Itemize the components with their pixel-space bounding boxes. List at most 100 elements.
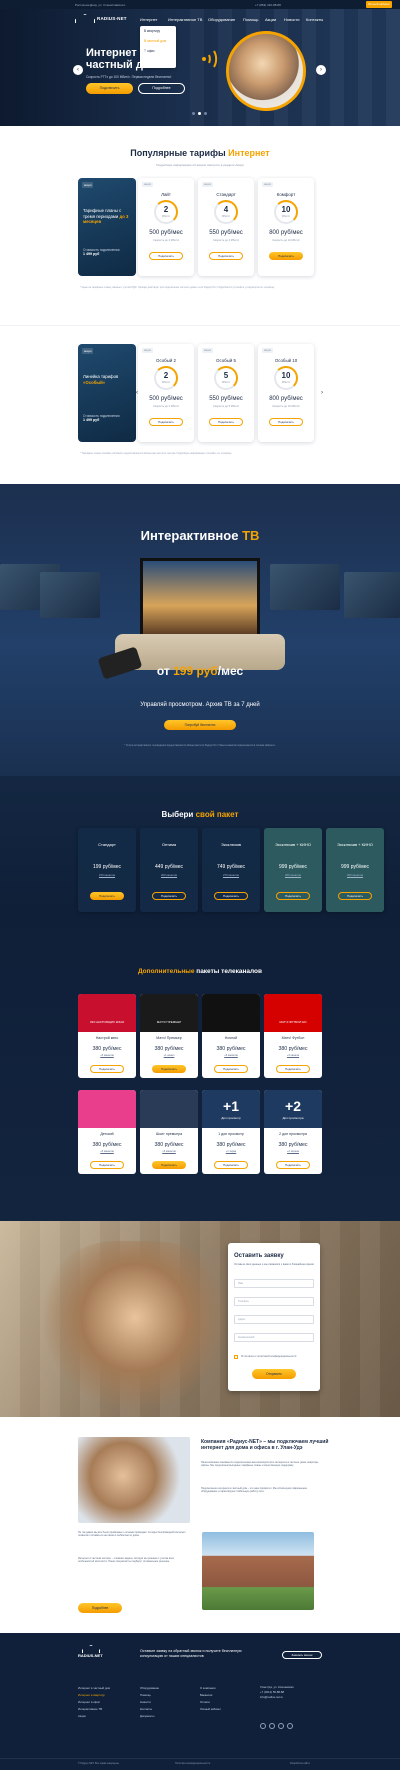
tariff-card[interactable]: акция Особый 5 5 Мбит/с 550 руб/мес Скорость …: [198, 344, 254, 442]
addon-card[interactable]: МАТЧ! ФУТБОЛ HD Матч! Футбол 380 руб/мес +3…: [264, 994, 322, 1078]
promo-card-osobyi[interactable]: акция Линейка тарифов «Особый» Стоимость…: [78, 344, 136, 442]
addon-channels[interactable]: +2 экрана: [264, 1150, 322, 1153]
nav-item-contacts[interactable]: Контакты: [306, 17, 323, 22]
footer-link[interactable]: Интернет в частный дом: [78, 1685, 110, 1692]
developer-link[interactable]: Разработка сайта: [290, 1762, 310, 1765]
tariff-connect-button[interactable]: Подключить: [209, 418, 243, 426]
slider-dot[interactable]: [204, 112, 207, 115]
instagram-icon[interactable]: [287, 1723, 293, 1729]
package-channels[interactable]: 200 каналов: [140, 873, 198, 877]
tv-try-button[interactable]: Попробуй бесплатно: [164, 720, 236, 730]
addon-channels[interactable]: +5 каналов: [140, 1150, 198, 1153]
comment-field[interactable]: Комментарий: [234, 1333, 314, 1342]
addon-channels[interactable]: +5 каналов: [202, 1054, 260, 1057]
package-card[interactable]: Эксклюзив + КИНО 999 руб/мес 300 каналов По…: [264, 828, 322, 912]
footer-link[interactable]: О компании: [200, 1685, 221, 1692]
dropdown-item-house[interactable]: В частный дом: [140, 36, 176, 46]
footer-link[interactable]: Акции: [78, 1713, 110, 1720]
top-phone[interactable]: +7 (863) 310-88-88: [255, 3, 281, 7]
slider-prev-icon[interactable]: ‹: [73, 65, 83, 75]
addon-connect-button[interactable]: Подключить: [90, 1161, 124, 1169]
addon-channels[interactable]: +5 каналов: [78, 1150, 136, 1153]
nav-item-promo[interactable]: Акции: [265, 17, 276, 22]
footer-email[interactable]: info@radius-net.ru: [260, 1695, 294, 1700]
package-connect-button[interactable]: Подключить: [214, 892, 248, 900]
package-connect-button[interactable]: Подключить: [152, 892, 186, 900]
footer-logo[interactable]: RADIUS-NET: [78, 1645, 103, 1658]
tariff-card[interactable]: акция Стандарт 4 Мбит/с 550 руб/мес Скорость …: [198, 178, 254, 276]
name-field[interactable]: Имя: [234, 1279, 314, 1288]
tariff-connect-button[interactable]: Подключить: [209, 252, 243, 260]
addon-card[interactable]: +1 Доп просмотр 1 доп просмотр 380 руб/мес +…: [202, 1090, 260, 1174]
footer-link[interactable]: Личный кабинет: [200, 1706, 221, 1713]
addon-connect-button[interactable]: Подключить: [214, 1065, 248, 1073]
vk-icon[interactable]: [260, 1723, 266, 1729]
logo[interactable]: RADIUS-NET: [75, 14, 127, 23]
nav-item-tv[interactable]: Интерактивное ТВ: [168, 17, 202, 22]
account-button[interactable]: Личный кабинет: [366, 1, 392, 8]
nav-item-internet[interactable]: Интернет: [140, 17, 157, 22]
addon-connect-button[interactable]: Подключить: [276, 1161, 310, 1169]
footer-link[interactable]: Контакты: [140, 1706, 159, 1713]
package-connect-button[interactable]: Подключить: [90, 892, 124, 900]
addon-connect-button[interactable]: Подключить: [152, 1161, 186, 1169]
footer-link[interactable]: Интернет в квартиру: [78, 1692, 110, 1699]
package-connect-button[interactable]: Подключить: [276, 892, 310, 900]
package-channels[interactable]: 270 каналов: [202, 873, 260, 877]
tariff-card[interactable]: акция Особый 10 10 Мбит/с 800 руб/мес Скорост…: [258, 344, 314, 442]
addon-card[interactable]: МАТЧ! ПРЕМЬЕР Матч! Премьер 380 руб/мес +1 …: [140, 994, 198, 1078]
tariff-connect-button[interactable]: Подключить: [149, 252, 183, 260]
addon-card[interactable]: Ночной 380 руб/мес +5 каналов Подключить: [202, 994, 260, 1078]
tariff-card[interactable]: акция Комфорт 10 Мбит/с 800 руб/мес Скорость …: [258, 178, 314, 276]
footer-link[interactable]: Оборудование: [140, 1685, 159, 1692]
agree-checkbox[interactable]: [234, 1355, 238, 1359]
nav-item-news[interactable]: Новости: [284, 17, 299, 22]
dropdown-item-flat[interactable]: В квартиру: [140, 26, 176, 36]
footer-link[interactable]: Вакансии: [200, 1692, 221, 1699]
addon-card[interactable]: Детский 380 руб/мес +5 каналов Подключить: [78, 1090, 136, 1174]
footer-link[interactable]: Новости: [140, 1699, 159, 1706]
addon-card[interactable]: 333 НАСТОЯЩИХ КИНО Настрой кино 380 руб/ме…: [78, 994, 136, 1078]
footer-link[interactable]: Оплата: [200, 1699, 221, 1706]
package-connect-button[interactable]: Подключить: [338, 892, 372, 900]
about-more-button[interactable]: Подробнее: [78, 1603, 122, 1613]
tariff-connect-button[interactable]: Подключить: [269, 418, 303, 426]
slider-dot[interactable]: [192, 112, 195, 115]
policy-link[interactable]: Политика конфиденциальности: [175, 1762, 210, 1765]
slider-next-icon[interactable]: ›: [316, 65, 326, 75]
address-field[interactable]: Адрес: [234, 1315, 314, 1324]
ok-icon[interactable]: [269, 1723, 275, 1729]
phone-field[interactable]: Телефон: [234, 1297, 314, 1306]
footer-link[interactable]: Помощь: [140, 1692, 159, 1699]
nav-item-help[interactable]: Помощь: [243, 17, 258, 22]
package-channels[interactable]: 300 каналов: [264, 873, 322, 877]
package-card[interactable]: Эксклюзив + КИНО 999 руб/мес 300 каналов По…: [326, 828, 384, 912]
tariff-connect-button[interactable]: Подключить: [269, 252, 303, 260]
callback-button[interactable]: Заказать звонок: [282, 1651, 322, 1659]
facebook-icon[interactable]: [278, 1723, 284, 1729]
addon-card[interactable]: +2 Доп просмотра 2 доп просмотра 380 руб/ме…: [264, 1090, 322, 1174]
package-channels[interactable]: 300 каналов: [326, 873, 384, 877]
addon-connect-button[interactable]: Подключить: [276, 1065, 310, 1073]
package-channels[interactable]: 150 каналов: [78, 873, 136, 877]
addon-connect-button[interactable]: Подключить: [90, 1065, 124, 1073]
nav-item-equipment[interactable]: Оборудование: [208, 17, 235, 22]
addon-card[interactable]: Шоит премьера 380 руб/мес +5 каналов Подклю…: [140, 1090, 198, 1174]
slider-dot-active[interactable]: [198, 112, 201, 115]
hero-connect-button[interactable]: Подключить: [86, 83, 133, 94]
submit-button[interactable]: Отправить: [252, 1369, 296, 1379]
promo-card[interactable]: акция Тарифные планы с тремя периодами д…: [78, 178, 136, 276]
addon-channels[interactable]: +1 канал: [140, 1054, 198, 1057]
tariffs-next-icon[interactable]: ›: [318, 389, 326, 397]
package-card[interactable]: Оптима 449 руб/мес 200 каналов Подключить: [140, 828, 198, 912]
footer-link[interactable]: Документы: [140, 1713, 159, 1720]
addon-connect-button[interactable]: Подключить: [214, 1161, 248, 1169]
addon-connect-button[interactable]: Подключить: [152, 1065, 186, 1073]
footer-link[interactable]: Интернет в офис: [78, 1699, 110, 1706]
addon-channels[interactable]: +1 экран: [202, 1150, 260, 1153]
tariff-card[interactable]: акция Особый 2 2 Мбит/с 500 руб/мес Скорость …: [138, 344, 194, 442]
footer-link[interactable]: Интерактивное ТВ: [78, 1706, 110, 1713]
hero-more-button[interactable]: Подробнее: [138, 83, 185, 94]
addon-channels[interactable]: +3 канала: [264, 1054, 322, 1057]
package-card[interactable]: Стандарт 199 руб/мес 150 каналов Подключить: [78, 828, 136, 912]
